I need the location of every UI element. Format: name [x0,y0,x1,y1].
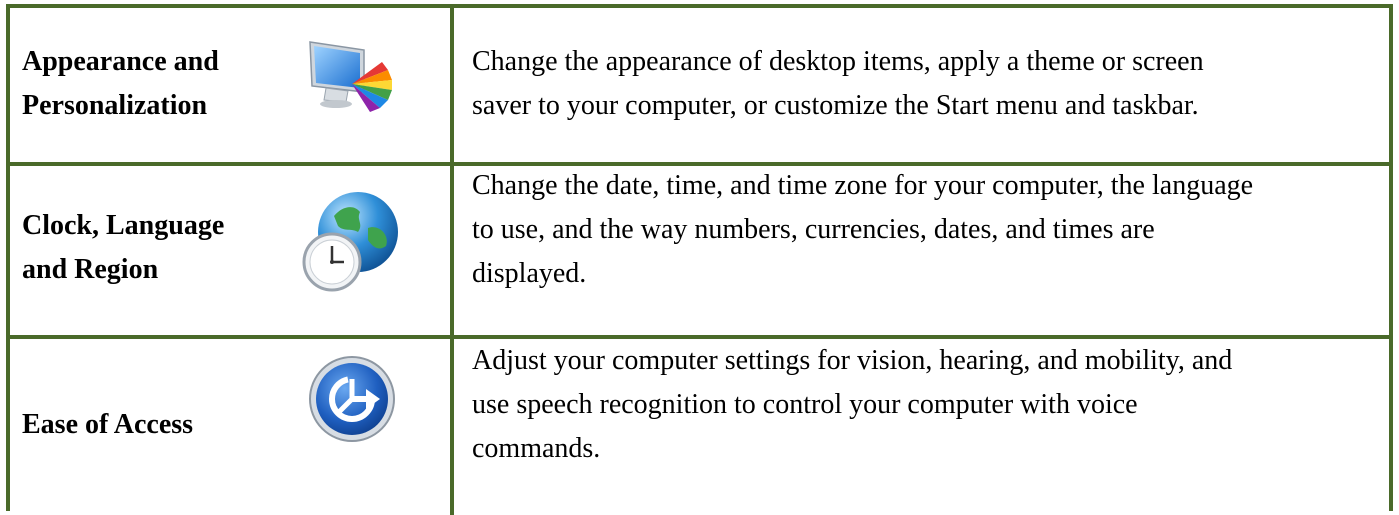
control-panel-categories-table: Appearance and Personalization Change th… [6,4,1393,515]
category-title: Appearance and Personalization [22,46,219,121]
category-description: Change the appearance of desktop items, … [472,46,1204,121]
category-cell: Clock, Language and Region [10,166,454,335]
category-title: Ease of Access [22,409,194,440]
category-title: Clock, Language and Region [22,210,225,285]
category-cell: Ease of Access [10,339,454,515]
appearance-personalization-icon [309,41,392,112]
globe-clock-icon [302,192,398,292]
ease-of-access-icon [309,356,395,442]
category-description: Change the date, time, and time zone for… [472,170,1254,289]
table-row: Clock, Language and Region Change the da… [10,166,1389,339]
category-cell: Appearance and Personalization [10,8,454,162]
table-row: Ease of Access Adjust your computer sett… [10,339,1389,515]
table-row: Appearance and Personalization Change th… [10,8,1389,166]
category-description: Adjust your computer settings for vision… [472,345,1233,464]
